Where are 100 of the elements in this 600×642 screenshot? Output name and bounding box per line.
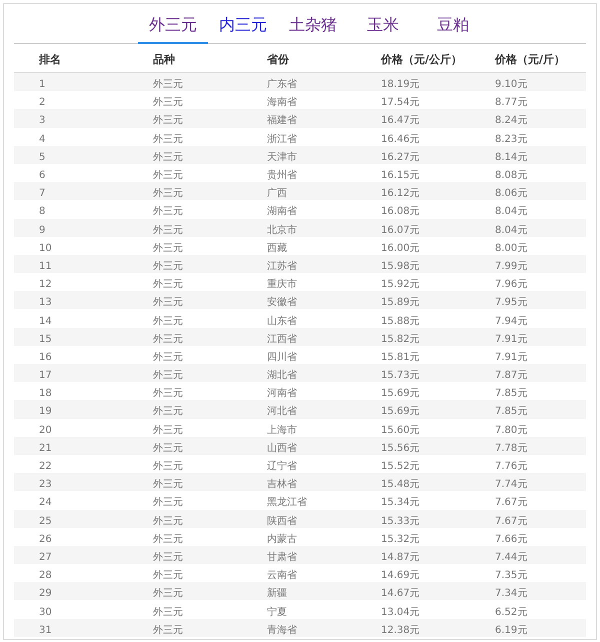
table-cell: 16.12元 [381, 188, 420, 200]
table-cell: 15.32元 [381, 534, 420, 545]
table-cell: 外三元 [153, 479, 183, 490]
table-cell: 外三元 [153, 461, 183, 472]
table-cell: 河南省 [267, 388, 297, 400]
table-cell: 7.91元 [495, 352, 528, 363]
table-cell: 外三元 [153, 570, 183, 582]
table-cell: 15.73元 [381, 370, 420, 382]
table-cell: 8.04元 [495, 206, 528, 218]
table-cell: 江苏省 [267, 260, 297, 272]
table-cell: 内蒙古 [267, 534, 297, 545]
table-cell: 辽宁省 [267, 461, 297, 472]
table-cell: 14.87元 [381, 552, 420, 563]
table-cell: 7.44元 [495, 552, 528, 563]
table-cell: 上海市 [267, 424, 297, 436]
table-cell: 16.27元 [381, 152, 420, 163]
table-cell: 四川省 [267, 352, 297, 363]
table-cell: 7 [39, 188, 46, 200]
column-header: 价格（元/斤） [495, 53, 566, 66]
table-cell: 甘肃省 [267, 552, 297, 563]
tab[interactable]: 外三元 [138, 13, 208, 44]
table-cell: 外三元 [153, 442, 183, 454]
table-cell: 7.67元 [495, 516, 528, 527]
column-header: 排名 [39, 53, 61, 66]
table-cell: 7.85元 [495, 388, 528, 400]
table-cell: 外三元 [153, 552, 183, 563]
table-cell: 8.00元 [495, 242, 528, 254]
tab[interactable]: 玉米 [348, 13, 418, 44]
table-cell: 湖南省 [267, 206, 297, 218]
table-cell: 7.85元 [495, 406, 528, 418]
table-cell: 7.74元 [495, 479, 528, 490]
table-cell: 外三元 [153, 316, 183, 327]
table-cell: 7.34元 [495, 588, 528, 600]
table-cell: 7.96元 [495, 279, 528, 290]
table-cell: 9.10元 [495, 79, 528, 90]
table-cell: 27 [39, 552, 52, 563]
table-cell: 31 [39, 624, 52, 636]
table-cell: 19 [39, 406, 52, 418]
column-header: 价格（元/公斤） [381, 53, 462, 66]
table-cell: 1 [39, 79, 46, 90]
table-cell: 7.95元 [495, 297, 528, 308]
table-cell: 5 [39, 152, 46, 163]
table-cell: 22 [39, 461, 52, 472]
table-cell: 8.24元 [495, 115, 528, 126]
table-cell: 8.04元 [495, 224, 528, 236]
table-cell: 外三元 [153, 188, 183, 200]
table-cell: 15 [39, 334, 52, 345]
table-cell: 16.07元 [381, 224, 420, 236]
table-cell: 贵州省 [267, 170, 297, 182]
table-cell: 15.60元 [381, 424, 420, 436]
table-cell: 外三元 [153, 388, 183, 400]
table-cell: 重庆市 [267, 279, 297, 290]
table-cell: 外三元 [153, 279, 183, 290]
table-cell: 外三元 [153, 170, 183, 182]
table-cell: 吉林省 [267, 479, 297, 490]
table-cell: 4 [39, 134, 46, 145]
table-cell: 安徽省 [267, 297, 297, 308]
table-cell: 7.87元 [495, 370, 528, 382]
table-cell: 外三元 [153, 606, 183, 618]
table-cell: 7.99元 [495, 260, 528, 272]
table-cell: 北京市 [267, 224, 297, 236]
table-cell: 15.82元 [381, 334, 420, 345]
table-cell: 山西省 [267, 442, 297, 454]
table-cell: 24 [39, 497, 52, 508]
table-cell: 广西 [267, 188, 287, 200]
table-cell: 7.94元 [495, 316, 528, 327]
table-cell: 外三元 [153, 260, 183, 272]
table-cell: 8.06元 [495, 188, 528, 200]
table-cell: 7.91元 [495, 334, 528, 345]
table-cell: 外三元 [153, 334, 183, 345]
table-cell: 福建省 [267, 115, 297, 126]
table-cell: 广东省 [267, 79, 297, 90]
table-cell: 15.69元 [381, 406, 420, 418]
table-cell: 7.66元 [495, 534, 528, 545]
table-cell: 3 [39, 115, 46, 126]
table-cell: 12 [39, 279, 52, 290]
table-cell: 8.08元 [495, 170, 528, 182]
table-cell: 西藏 [267, 242, 287, 254]
table-cell: 江西省 [267, 334, 297, 345]
table-cell: 外三元 [153, 224, 183, 236]
table-cell: 6.52元 [495, 606, 528, 618]
table-cell: 外三元 [153, 406, 183, 418]
tab[interactable]: 内三元 [208, 13, 278, 44]
table-cell: 外三元 [153, 206, 183, 218]
table-cell: 7.80元 [495, 424, 528, 436]
table-cell: 16.47元 [381, 115, 420, 126]
table-cell: 17 [39, 370, 52, 382]
table-cell: 17.54元 [381, 97, 420, 108]
table-cell: 15.33元 [381, 516, 420, 527]
table-cell: 外三元 [153, 242, 183, 254]
table-cell: 外三元 [153, 588, 183, 600]
tab[interactable]: 豆粕 [418, 13, 488, 44]
table-cell: 16.08元 [381, 206, 420, 218]
table-cell: 8.77元 [495, 97, 528, 108]
table-cell: 外三元 [153, 534, 183, 545]
table-cell: 2 [39, 97, 46, 108]
table-cell: 25 [39, 516, 52, 527]
tab[interactable]: 土杂猪 [278, 13, 348, 44]
table-cell: 8.14元 [495, 152, 528, 163]
table-cell: 16.46元 [381, 134, 420, 145]
